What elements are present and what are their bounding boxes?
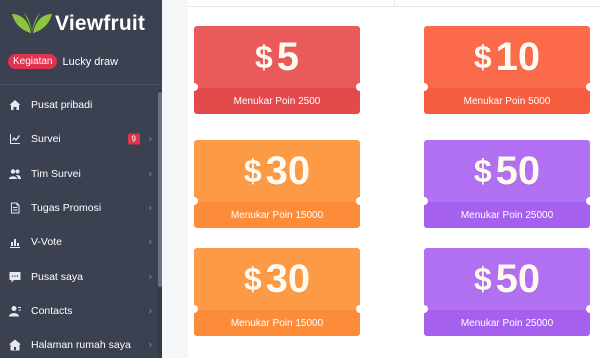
- sidebar-item-pusat-pribadi[interactable]: Pusat pribadi: [0, 88, 158, 122]
- chevron-right-icon: ›: [148, 168, 152, 180]
- sidebar-divider: [0, 84, 162, 85]
- coupon-card[interactable]: $50 Menukar Poin 25000: [424, 248, 590, 336]
- sidebar: Viewfruit Kegiatan Lucky draw Pusat prib…: [0, 0, 162, 358]
- users-icon: [8, 167, 22, 181]
- coupon-card[interactable]: $50 Menukar Poin 25000: [424, 140, 590, 228]
- coupon-notch: [586, 83, 590, 91]
- coupon-notch: [356, 83, 360, 91]
- coupon-currency: $: [473, 260, 492, 297]
- sidebar-item-tugas-promosi[interactable]: Tugas Promosi ›: [0, 191, 158, 225]
- coupon-currency: $: [473, 38, 492, 75]
- sidebar-item-contacts[interactable]: Contacts ›: [0, 294, 158, 328]
- coupon-amount: 30: [265, 148, 311, 193]
- house-icon: [8, 338, 22, 352]
- sidebar-item-halaman-rumah-saya[interactable]: Halaman rumah saya ›: [0, 328, 158, 358]
- sidebar-item-label: Contacts: [31, 304, 73, 317]
- coupon-card[interactable]: $30 Menukar Poin 15000: [194, 140, 360, 228]
- coupon-label: Menukar Poin 2500: [194, 88, 360, 114]
- chevron-right-icon: ›: [148, 339, 152, 351]
- coupon-label: Menukar Poin 15000: [194, 202, 360, 228]
- promo-lucky-draw[interactable]: Kegiatan Lucky draw: [8, 54, 118, 69]
- coupon-label: Menukar Poin 5000: [424, 88, 590, 114]
- coupon-value: $30: [194, 248, 360, 310]
- coupon-notch: [586, 197, 590, 205]
- coupon-label: Menukar Poin 15000: [194, 310, 360, 336]
- coupon-currency: $: [243, 260, 262, 297]
- top-table-edge: [188, 0, 600, 7]
- coupon-amount: 30: [265, 256, 311, 301]
- coupon-currency: $: [254, 38, 273, 75]
- sidebar-item-v-vote[interactable]: V-Vote ›: [0, 225, 158, 259]
- top-divider: [394, 0, 395, 7]
- sidebar-item-survei[interactable]: Survei 9 ›: [0, 122, 158, 156]
- chevron-right-icon: ›: [148, 202, 152, 214]
- sidebar-item-label: Survei: [31, 133, 61, 146]
- brand-logo[interactable]: Viewfruit: [10, 10, 145, 38]
- coupon-notch: [356, 305, 360, 313]
- chevron-right-icon: ›: [148, 305, 152, 317]
- coupon-label: Menukar Poin 25000: [424, 202, 590, 228]
- survey-count-badge: 9: [127, 133, 140, 145]
- coupon-value: $10: [424, 26, 590, 88]
- chevron-right-icon: ›: [148, 271, 152, 283]
- coupon-card[interactable]: $10 Menukar Poin 5000: [424, 26, 590, 114]
- sidebar-item-label: V-Vote: [31, 236, 62, 249]
- sidebar-item-label: Tim Survei: [31, 167, 81, 180]
- sidebar-item-label: Tugas Promosi: [31, 202, 102, 215]
- promo-badge: Kegiatan: [8, 54, 58, 69]
- chevron-right-icon: ›: [148, 133, 152, 145]
- main-gutter: [162, 0, 188, 358]
- sidebar-menu: Pusat pribadi Survei 9 › Tim Survei › Tu…: [0, 88, 158, 358]
- chevron-right-icon: ›: [148, 236, 152, 248]
- chart-icon: [8, 132, 22, 146]
- coupon-notch: [356, 197, 360, 205]
- coupon-card[interactable]: $5 Menukar Poin 2500: [194, 26, 360, 114]
- brand-name: Viewfruit: [55, 12, 146, 35]
- coupon-value: $50: [424, 248, 590, 310]
- sidebar-item-label: Halaman rumah saya: [31, 339, 131, 352]
- contacts-icon: [8, 304, 22, 318]
- coupon-amount: 50: [495, 256, 541, 301]
- coupon-amount: 5: [276, 34, 300, 79]
- sidebar-item-pusat-saya[interactable]: Pusat saya ›: [0, 259, 158, 293]
- coupon-currency: $: [473, 152, 492, 189]
- coupon-value: $5: [194, 26, 360, 88]
- coupon-card[interactable]: $30 Menukar Poin 15000: [194, 248, 360, 336]
- coupon-amount: 10: [495, 34, 541, 79]
- bar-chart-icon: [8, 235, 22, 249]
- coupon-label: Menukar Poin 25000: [424, 310, 590, 336]
- leaf-logo-icon: [12, 13, 52, 33]
- coupon-currency: $: [243, 152, 262, 189]
- coupon-value: $50: [424, 140, 590, 202]
- promo-label: Lucky draw: [62, 55, 119, 68]
- message-icon: [8, 270, 22, 284]
- home-icon: [8, 98, 22, 112]
- coupon-notch: [586, 305, 590, 313]
- sidebar-item-label: Pusat saya: [31, 270, 83, 283]
- sidebar-item-label: Pusat pribadi: [31, 99, 93, 112]
- document-icon: [8, 201, 22, 215]
- coupon-value: $30: [194, 140, 360, 202]
- coupon-amount: 50: [495, 148, 541, 193]
- sidebar-item-tim-survei[interactable]: Tim Survei ›: [0, 157, 158, 191]
